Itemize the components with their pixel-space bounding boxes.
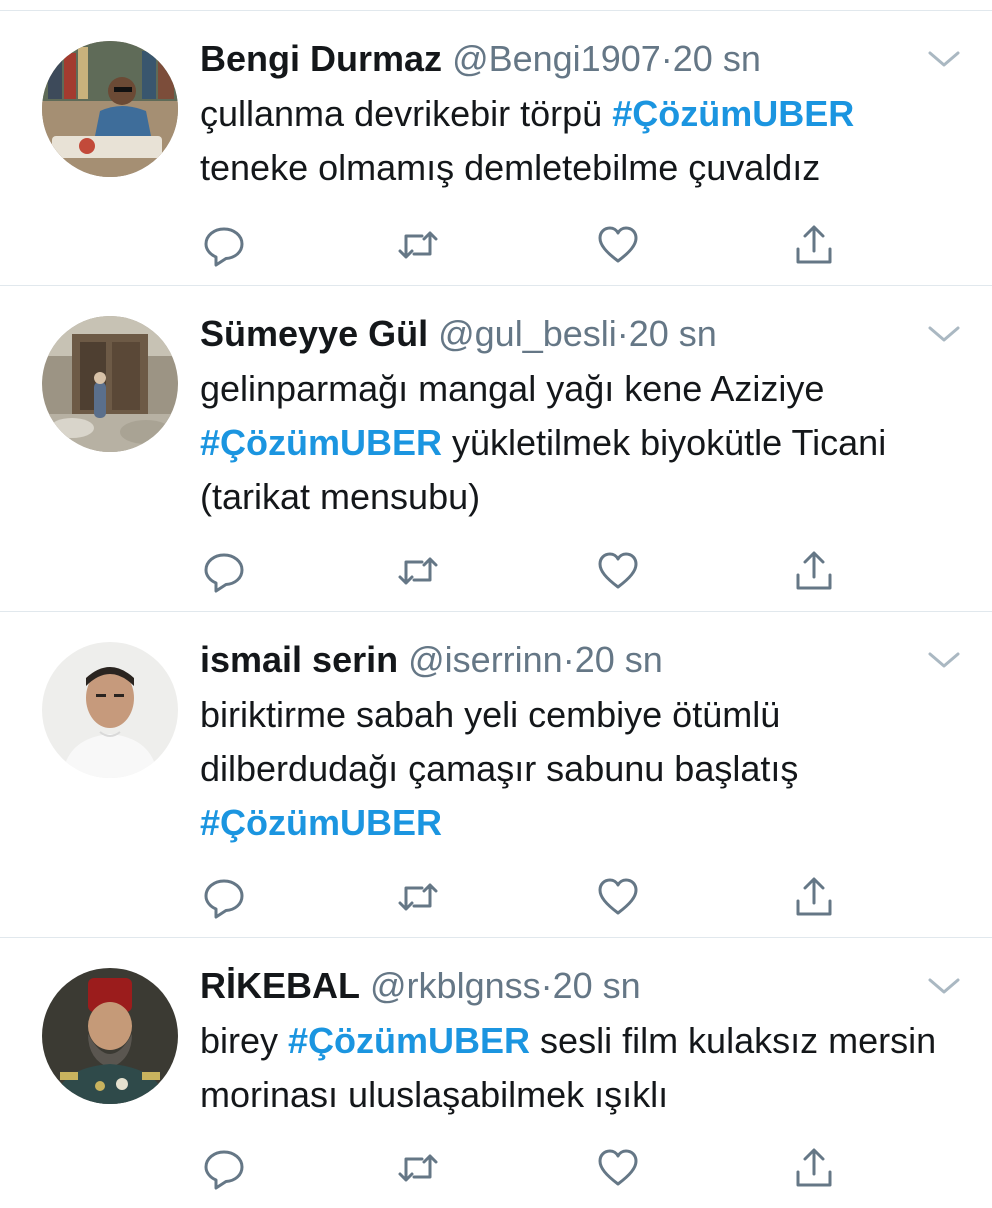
tweet-actions [200, 875, 952, 919]
like-icon[interactable] [596, 549, 640, 593]
user-handle[interactable]: @Bengi1907 [452, 38, 661, 79]
user-handle[interactable]: @iserrinn [408, 639, 563, 680]
display-name[interactable]: Bengi Durmaz [200, 38, 442, 79]
share-icon[interactable] [792, 223, 836, 267]
share-icon[interactable] [792, 875, 836, 919]
avatar[interactable] [42, 41, 178, 177]
like-icon[interactable] [596, 223, 640, 267]
tweet-text-segment: gelinparmağı mangal yağı kene Aziziye [200, 368, 825, 409]
display-name[interactable]: RİKEBAL [200, 965, 360, 1006]
chevron-down-icon[interactable] [926, 974, 962, 998]
tweet-actions [200, 1146, 952, 1190]
tweet[interactable]: Sümeyye Gül @gul_besli·20 sn gelinparmağ… [0, 286, 992, 612]
display-name[interactable]: Sümeyye Gül [200, 313, 428, 354]
tweet-header: RİKEBAL @rkblgnss·20 sn [200, 962, 972, 1010]
timestamp[interactable]: 20 sn [673, 38, 761, 79]
timestamp[interactable]: 20 sn [575, 639, 663, 680]
avatar[interactable] [42, 968, 178, 1104]
hashtag-link[interactable]: #ÇözümUBER [200, 422, 442, 463]
user-handle[interactable]: @gul_besli [438, 313, 617, 354]
chevron-down-icon[interactable] [926, 648, 962, 672]
like-icon[interactable] [596, 875, 640, 919]
avatar-image [42, 968, 178, 1104]
hashtag-link[interactable]: #ÇözümUBER [288, 1020, 530, 1061]
retweet-icon[interactable] [396, 223, 440, 267]
tweet-actions [200, 223, 952, 267]
tweet-text-segment: birey [200, 1020, 289, 1061]
avatar-image [42, 41, 178, 177]
retweet-icon[interactable] [396, 1146, 440, 1190]
separator: · [562, 639, 575, 680]
avatar[interactable] [42, 316, 178, 452]
chevron-down-icon[interactable] [926, 47, 962, 71]
chevron-down-icon[interactable] [926, 322, 962, 346]
avatar-image [42, 316, 178, 452]
tweet-actions [200, 549, 952, 593]
share-icon[interactable] [792, 549, 836, 593]
retweet-icon[interactable] [396, 875, 440, 919]
tweet-text: çullanma devrikebir törpü #ÇözümUBER ten… [200, 87, 972, 195]
tweet-header: Bengi Durmaz @Bengi1907·20 sn [200, 35, 972, 83]
tweet-text: birey #ÇözümUBER sesli film kulaksız mer… [200, 1014, 972, 1122]
like-icon[interactable] [596, 1146, 640, 1190]
tweet-text: gelinparmağı mangal yağı kene Aziziye #Ç… [200, 362, 972, 524]
tweet-text-segment: teneke olmamış demletebilme çuvaldız [200, 147, 821, 188]
user-handle[interactable]: @rkblgnss [370, 965, 541, 1006]
avatar-image [42, 642, 178, 778]
timeline: Bengi Durmaz @Bengi1907·20 sn çullanma d… [0, 11, 992, 1208]
tweet-text-segment: çullanma devrikebir törpü [200, 93, 613, 134]
timestamp[interactable]: 20 sn [629, 313, 717, 354]
hashtag-link[interactable]: #ÇözümUBER [200, 802, 442, 843]
separator: · [660, 38, 673, 79]
display-name[interactable]: ismail serin [200, 639, 398, 680]
reply-icon[interactable] [202, 223, 246, 267]
separator: · [616, 313, 629, 354]
tweet[interactable]: ismail serin @iserrinn·20 sn biriktirme … [0, 612, 992, 938]
reply-icon[interactable] [202, 1146, 246, 1190]
share-icon[interactable] [792, 1146, 836, 1190]
hashtag-link[interactable]: #ÇözümUBER [612, 93, 854, 134]
tweet[interactable]: Bengi Durmaz @Bengi1907·20 sn çullanma d… [0, 11, 992, 286]
timestamp[interactable]: 20 sn [553, 965, 641, 1006]
reply-icon[interactable] [202, 875, 246, 919]
separator: · [540, 965, 553, 1006]
tweet-header: Sümeyye Gül @gul_besli·20 sn [200, 310, 972, 358]
tweet-text: biriktirme sabah yeli cembiye ötümlü dil… [200, 688, 972, 850]
retweet-icon[interactable] [396, 549, 440, 593]
tweet-header: ismail serin @iserrinn·20 sn [200, 636, 972, 684]
tweet-text-segment: biriktirme sabah yeli cembiye ötümlü dil… [200, 694, 799, 789]
avatar[interactable] [42, 642, 178, 778]
reply-icon[interactable] [202, 549, 246, 593]
tweet[interactable]: RİKEBAL @rkblgnss·20 sn birey #ÇözümUBER… [0, 938, 992, 1208]
